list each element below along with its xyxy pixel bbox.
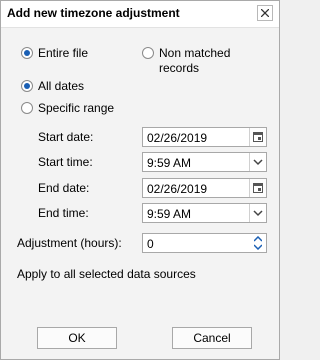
end-time-label: End time: [38,206,89,220]
increment-button[interactable] [250,234,266,243]
end-time-value: 9:59 AM [147,207,192,221]
start-date-picker[interactable]: 02/26/2019 [142,127,267,147]
chevron-down-icon [253,159,263,166]
chevron-down-icon [254,244,262,250]
start-date-label: Start date: [38,130,94,144]
start-date-calendar-button[interactable] [249,128,266,146]
close-button[interactable] [257,5,273,21]
cancel-button[interactable]: Cancel [172,327,252,349]
title-bar: Add new timezone adjustment [1,1,279,28]
start-time-select[interactable]: 9:59 AM [142,152,267,172]
all-dates-label[interactable]: All dates [38,79,84,93]
adjustment-hours-spinner[interactable]: 0 [142,233,267,253]
ok-button[interactable]: OK [37,327,117,349]
end-date-calendar-button[interactable] [249,179,266,197]
calendar-icon [253,132,263,142]
dialog-title: Add new timezone adjustment [7,6,180,20]
adjustment-hours-label: Adjustment (hours): [17,236,122,250]
close-icon [261,9,269,17]
all-dates-radio[interactable] [21,80,33,92]
entire-file-label[interactable]: Entire file [38,46,88,60]
end-date-picker[interactable]: 02/26/2019 [142,178,267,198]
specific-range-radio[interactable] [21,102,33,114]
end-time-select[interactable]: 9:59 AM [142,203,267,223]
decrement-button[interactable] [250,243,266,252]
non-matched-records-radio[interactable] [142,47,154,59]
adjustment-hours-value: 0 [147,237,154,251]
start-time-dropdown-button[interactable] [249,153,266,171]
entire-file-radio[interactable] [21,47,33,59]
end-time-dropdown-button[interactable] [249,204,266,222]
end-date-label: End date: [38,181,90,195]
timezone-adjustment-dialog: Add new timezone adjustment Entire file … [0,0,280,360]
start-time-label: Start time: [38,155,93,169]
calendar-icon [253,183,263,193]
end-date-value: 02/26/2019 [147,182,208,196]
chevron-down-icon [253,210,263,217]
apply-to-sources-text: Apply to all selected data sources [17,267,196,281]
start-date-value: 02/26/2019 [147,131,208,145]
non-matched-records-label[interactable]: Non matched records [159,46,239,76]
specific-range-label[interactable]: Specific range [38,101,114,115]
adjustment-spin-buttons [250,234,266,252]
start-time-value: 9:59 AM [147,156,192,170]
chevron-up-icon [254,236,262,242]
